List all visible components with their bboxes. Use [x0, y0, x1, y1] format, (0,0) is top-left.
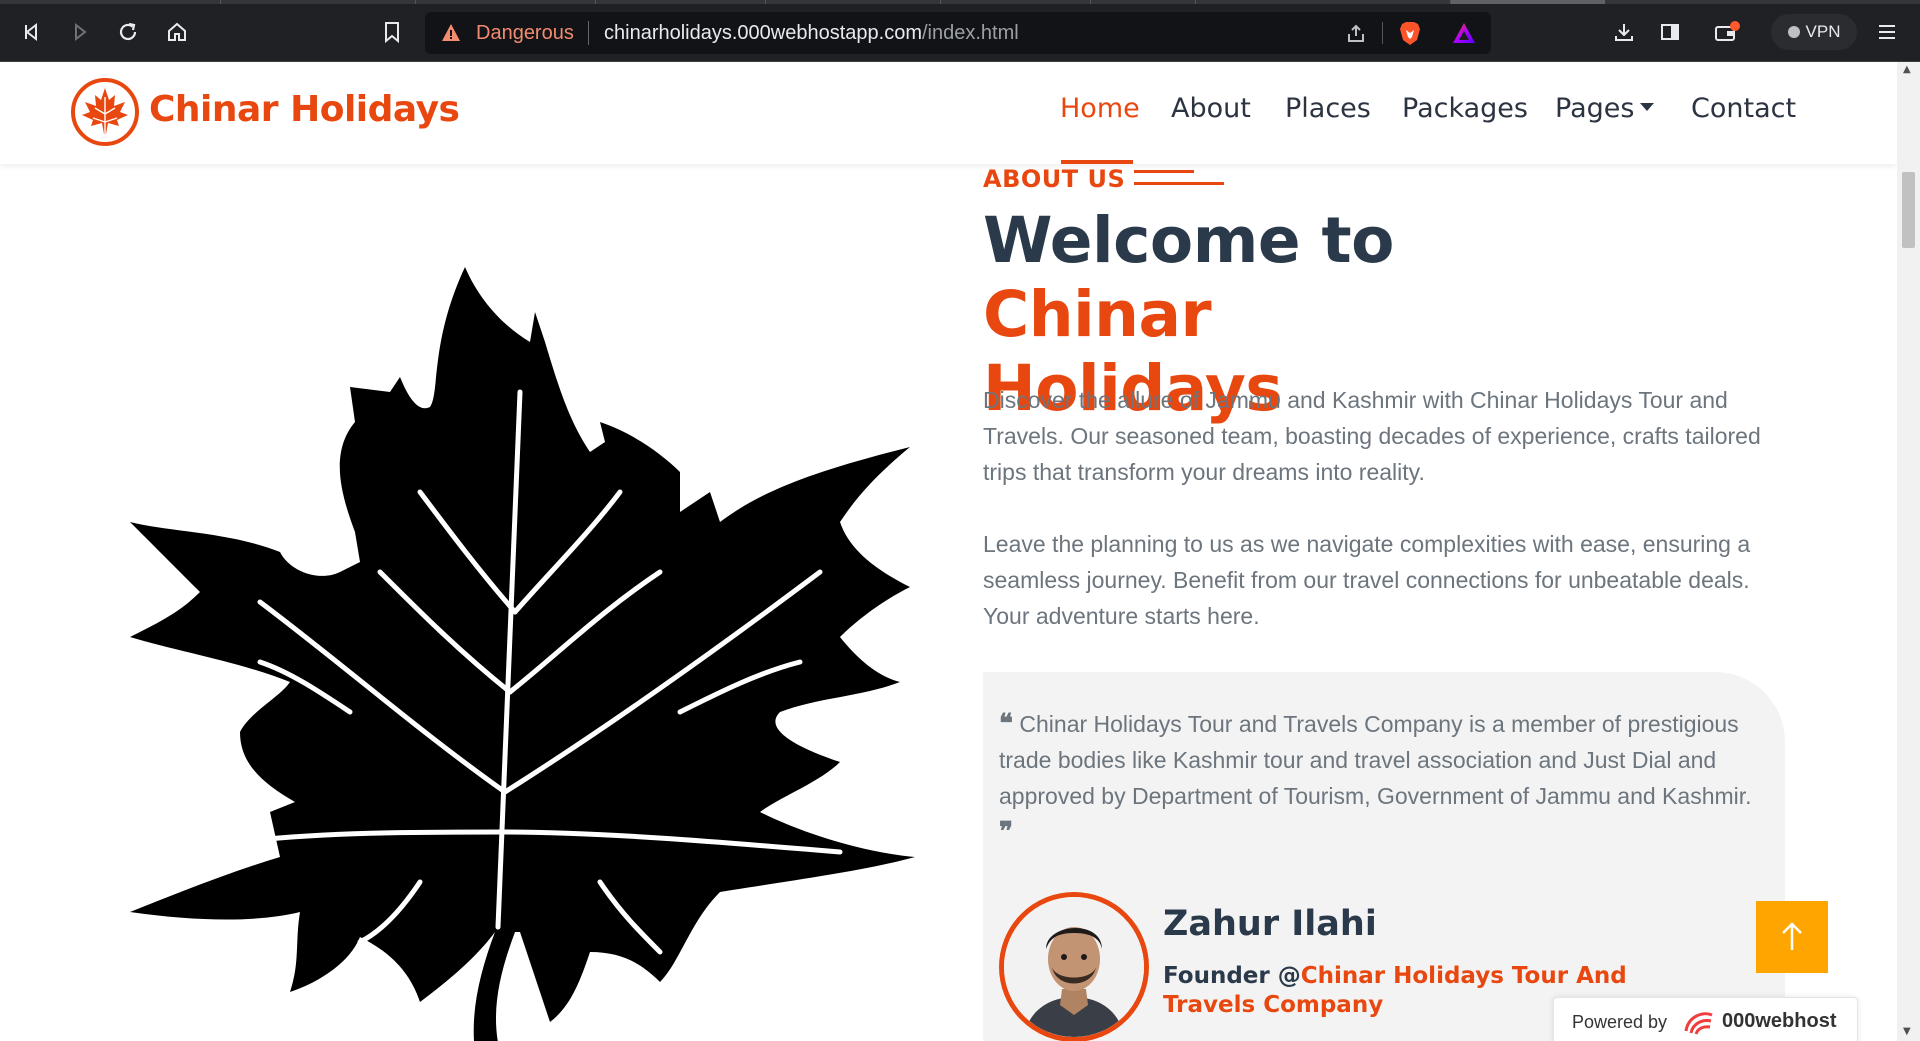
url-divider: [588, 21, 589, 45]
arrow-up-icon: [1782, 922, 1802, 950]
about-paragraph-1: Discover the allure of Jammu and Kashmir…: [983, 387, 1761, 485]
avatar: [999, 892, 1149, 1041]
chinar-leaf-illustration: [130, 267, 915, 1041]
tab[interactable]: [1090, 0, 1195, 4]
back-icon: [25, 22, 37, 42]
scroll-down-icon[interactable]: ▼: [1903, 1026, 1911, 1037]
reload-icon: [119, 22, 137, 41]
wallet-button[interactable]: [1713, 18, 1741, 46]
share-icon: [1348, 24, 1364, 42]
nav-pages-label: Pages: [1555, 93, 1635, 124]
title-prefix: Welcome to: [983, 204, 1394, 277]
nav-pages-dropdown[interactable]: Pages: [1555, 93, 1655, 124]
url-host: chinarholidays.000webhostapp.com: [604, 22, 922, 44]
brave-lion-icon: [1400, 22, 1420, 45]
nav-home[interactable]: Home: [1060, 93, 1140, 124]
bookmark-icon: [385, 22, 399, 43]
sidebar-button[interactable]: [1656, 18, 1684, 46]
powered-by-badge[interactable]: Powered by 000webhost: [1553, 997, 1858, 1041]
home-icon: [168, 22, 186, 41]
menu-button[interactable]: [1873, 18, 1901, 46]
brave-rewards-button[interactable]: [1449, 20, 1479, 46]
security-status[interactable]: Dangerous: [476, 22, 574, 45]
warning-icon: [442, 24, 460, 41]
about-paragraph-2: Leave the planning to us as we navigate …: [983, 531, 1751, 629]
title-accent-1: Chinar: [983, 278, 1212, 351]
scrollbar-thumb[interactable]: [1902, 172, 1915, 248]
web-page: Chinar Holidays Home About Places Packag…: [0, 62, 1897, 1041]
testimonial-quote: ❝ Chinar Holidays Tour and Travels Compa…: [999, 706, 1769, 850]
tab-active[interactable]: [1450, 0, 1605, 4]
home-button[interactable]: [163, 18, 191, 46]
brand-name[interactable]: Chinar Holidays: [149, 89, 460, 130]
url-text[interactable]: chinarholidays.000webhostapp.com/index.h…: [604, 22, 1019, 45]
share-button[interactable]: [1341, 20, 1371, 46]
brave-shields-button[interactable]: [1395, 20, 1425, 46]
tab-strip: [0, 0, 1920, 4]
chevron-down-icon: [1640, 102, 1655, 111]
nav-packages[interactable]: Packages: [1402, 93, 1528, 124]
bookmark-button[interactable]: [378, 18, 406, 46]
quote-body: Chinar Holidays Tour and Travels Company…: [999, 711, 1752, 809]
nav-active-indicator: [1061, 160, 1133, 164]
tab[interactable]: [765, 0, 940, 4]
vpn-label: VPN: [1805, 22, 1841, 41]
forward-button[interactable]: [66, 18, 94, 46]
vpn-status-icon: [1787, 26, 1800, 38]
tab[interactable]: [940, 0, 1090, 4]
tab[interactable]: [595, 0, 765, 4]
testimonial-card: ❝ Chinar Holidays Tour and Travels Compa…: [983, 672, 1785, 1041]
close-quote-icon: ❞: [999, 817, 1013, 847]
vpn-button[interactable]: VPN: [1771, 14, 1857, 50]
nav-contact[interactable]: Contact: [1691, 93, 1796, 124]
role-prefix: Founder @: [1163, 963, 1301, 989]
eyebrow-decoration: [1134, 170, 1224, 190]
reload-button[interactable]: [114, 18, 142, 46]
site-navbar: Chinar Holidays Home About Places Packag…: [0, 62, 1897, 164]
downloads-button[interactable]: [1610, 18, 1638, 46]
sidebar-icon: [1661, 24, 1679, 40]
powered-by-brand: 000webhost: [1722, 1010, 1837, 1032]
tab[interactable]: [1195, 0, 1450, 4]
000webhost-logo-icon: [1684, 1012, 1713, 1035]
founder-portrait-icon: [1004, 897, 1144, 1037]
download-icon: [1615, 24, 1633, 41]
tab[interactable]: [220, 0, 415, 4]
open-quote-icon: ❝: [999, 709, 1013, 739]
url-path: /index.html: [921, 22, 1019, 44]
nav-places[interactable]: Places: [1285, 93, 1371, 124]
tab[interactable]: [415, 0, 595, 4]
browser-toolbar: Dangerous chinarholidays.000webhostapp.c…: [0, 0, 1920, 62]
powered-by-label: Powered by: [1572, 1012, 1668, 1032]
divider: [1382, 22, 1383, 44]
nav-about[interactable]: About: [1171, 93, 1251, 124]
hamburger-icon: [1879, 25, 1895, 39]
brand-logo[interactable]: [71, 78, 139, 146]
scroll-up-icon[interactable]: ▲: [1903, 64, 1911, 75]
page-scrollbar[interactable]: ▲ ▼: [1897, 62, 1920, 1041]
maple-leaf-logo-icon: [82, 88, 128, 134]
section-eyebrow: ABOUT US: [983, 165, 1126, 193]
address-bar[interactable]: Dangerous chinarholidays.000webhostapp.c…: [425, 12, 1491, 54]
back-to-top-button[interactable]: [1756, 901, 1828, 973]
wallet-icon: [1715, 21, 1740, 41]
forward-icon: [75, 22, 87, 42]
back-button[interactable]: [18, 18, 46, 46]
rewards-triangle-icon: [1453, 23, 1475, 43]
founder-name: Zahur Ilahi: [1163, 904, 1377, 944]
